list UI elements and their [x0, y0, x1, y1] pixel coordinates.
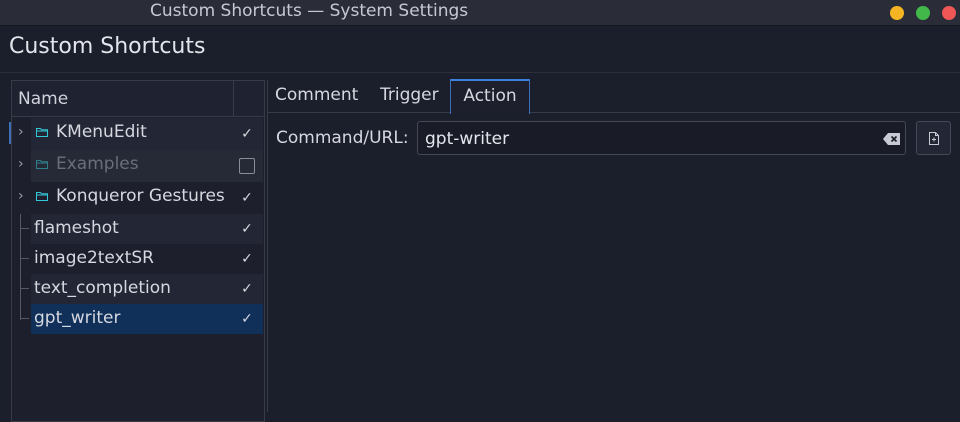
panel-border [267, 80, 268, 412]
folder-icon [36, 128, 48, 137]
tree-item-label: KMenuEdit [56, 122, 147, 142]
command-url-input[interactable]: gpt-writer [417, 121, 906, 155]
tree-item-label: Konqueror Gestures [56, 186, 225, 206]
checkmark-icon[interactable]: ✓ [239, 221, 255, 237]
command-url-value: gpt-writer [425, 129, 510, 149]
window-title: Custom Shortcuts — System Settings [150, 1, 469, 21]
close-button[interactable] [942, 6, 956, 20]
checkmark-icon[interactable]: ✓ [239, 311, 255, 327]
tab-trigger[interactable]: Trigger [380, 80, 439, 111]
tree-item[interactable]: › Examples [18, 150, 263, 182]
tab-action[interactable]: Action [450, 79, 530, 114]
tree-branch-line [20, 258, 29, 259]
command-url-label: Command/URL: [276, 128, 409, 148]
clear-text-icon[interactable] [883, 131, 901, 145]
checkmark-icon[interactable]: ✓ [239, 126, 255, 142]
tree-branch-line [20, 228, 29, 229]
tree-guide-line [20, 214, 21, 320]
tree-item-label: gpt_writer [34, 308, 121, 328]
chevron-right-icon[interactable]: › [18, 188, 24, 204]
checkmark-icon[interactable]: ✓ [239, 281, 255, 297]
tree-item-label: Examples [56, 154, 139, 174]
tab-bar: Comment Trigger Action [267, 79, 960, 114]
column-divider [233, 81, 234, 116]
chevron-right-icon[interactable]: › [18, 156, 24, 172]
tree-item[interactable]: image2textSR ✓ [20, 244, 263, 274]
tree-item-label: text_completion [34, 278, 171, 298]
page-title: Custom Shortcuts [9, 34, 206, 59]
tree-item-label: image2textSR [34, 248, 154, 268]
tree-item[interactable]: flameshot ✓ [20, 214, 263, 244]
folder-icon [36, 160, 48, 169]
browse-button[interactable] [916, 121, 951, 155]
tree-branch-line [20, 318, 29, 319]
minimize-button[interactable] [890, 6, 904, 20]
tree-item[interactable]: › KMenuEdit ✓ [18, 118, 263, 150]
tab-comment[interactable]: Comment [275, 80, 358, 111]
tree-item[interactable]: text_completion ✓ [20, 274, 263, 304]
title-bar: Custom Shortcuts — System Settings [0, 0, 960, 26]
chevron-right-icon[interactable]: › [18, 124, 24, 140]
focus-indicator [9, 122, 11, 144]
tree-item[interactable]: › Konqueror Gestures ✓ [18, 182, 263, 214]
shortcut-tree[interactable]: Name › KMenuEdit ✓ › Examples › Konquero… [9, 80, 265, 422]
header-divider [0, 72, 960, 73]
tree-header: Name [12, 81, 264, 117]
tree-item-selected[interactable]: gpt_writer ✓ [20, 304, 263, 334]
checkmark-icon[interactable]: ✓ [239, 190, 255, 206]
maximize-button[interactable] [916, 6, 930, 20]
checkbox-unchecked[interactable] [239, 158, 255, 174]
checkmark-icon[interactable]: ✓ [239, 251, 255, 267]
tree-item-label: flameshot [34, 218, 119, 238]
column-header-name[interactable]: Name [18, 89, 68, 109]
folder-icon [36, 192, 48, 201]
tree-branch-line [20, 288, 29, 289]
